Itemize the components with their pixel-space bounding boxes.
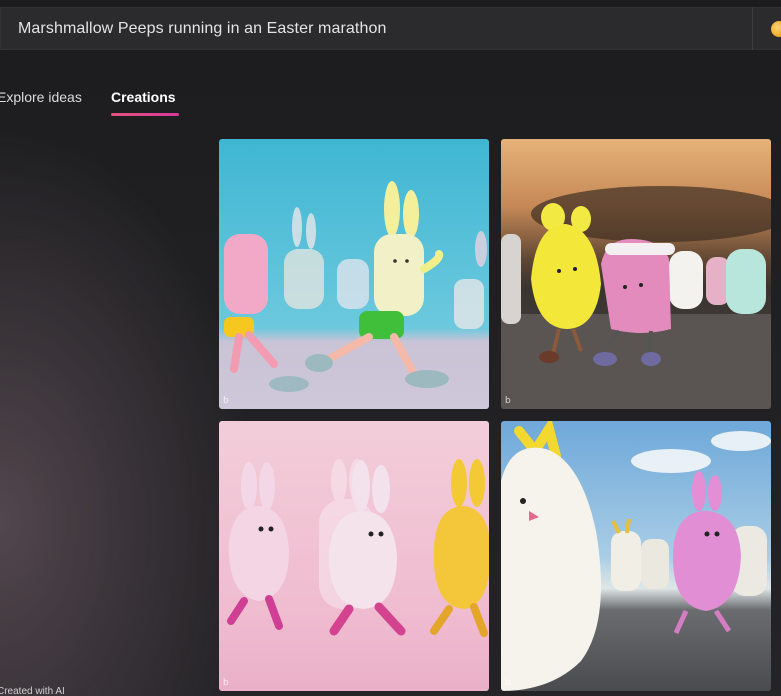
bing-watermark-icon: b [223, 678, 229, 688]
bing-watermark-icon: b [505, 678, 511, 688]
bing-watermark-icon: b [505, 396, 511, 406]
active-tab-indicator [111, 113, 179, 116]
created-with-ai-label: Created with AI [0, 686, 65, 696]
generated-image-1[interactable]: b [219, 139, 489, 409]
bing-watermark-icon: b [223, 396, 229, 406]
tab-creations[interactable]: Creations [111, 89, 176, 105]
generated-image-3[interactable]: b [219, 421, 489, 691]
search-divider [752, 7, 753, 50]
generated-image-2[interactable]: b [501, 139, 771, 409]
tab-explore-ideas[interactable]: Explore ideas [0, 89, 82, 105]
generated-image-4[interactable]: b [501, 421, 771, 691]
rewards-coin-icon[interactable] [771, 21, 781, 37]
search-bar[interactable]: Marshmallow Peeps running in an Easter m… [0, 7, 781, 50]
search-query[interactable]: Marshmallow Peeps running in an Easter m… [18, 20, 386, 38]
